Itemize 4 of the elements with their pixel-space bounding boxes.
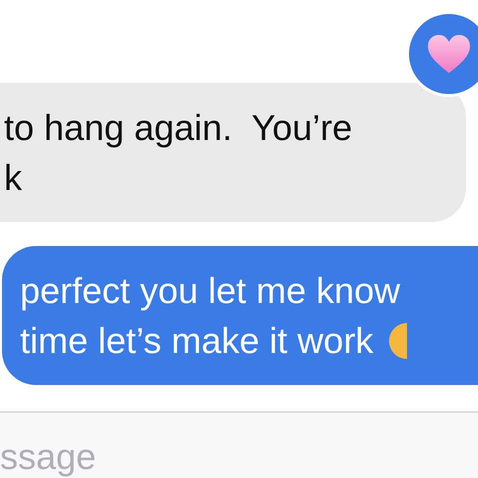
- message-text: perfect you let me know time let’s make it work: [20, 270, 400, 361]
- heart-icon: [427, 34, 471, 74]
- message-field[interactable]: ssage: [0, 413, 478, 478]
- message-text: to hang again. You’re k: [4, 107, 352, 198]
